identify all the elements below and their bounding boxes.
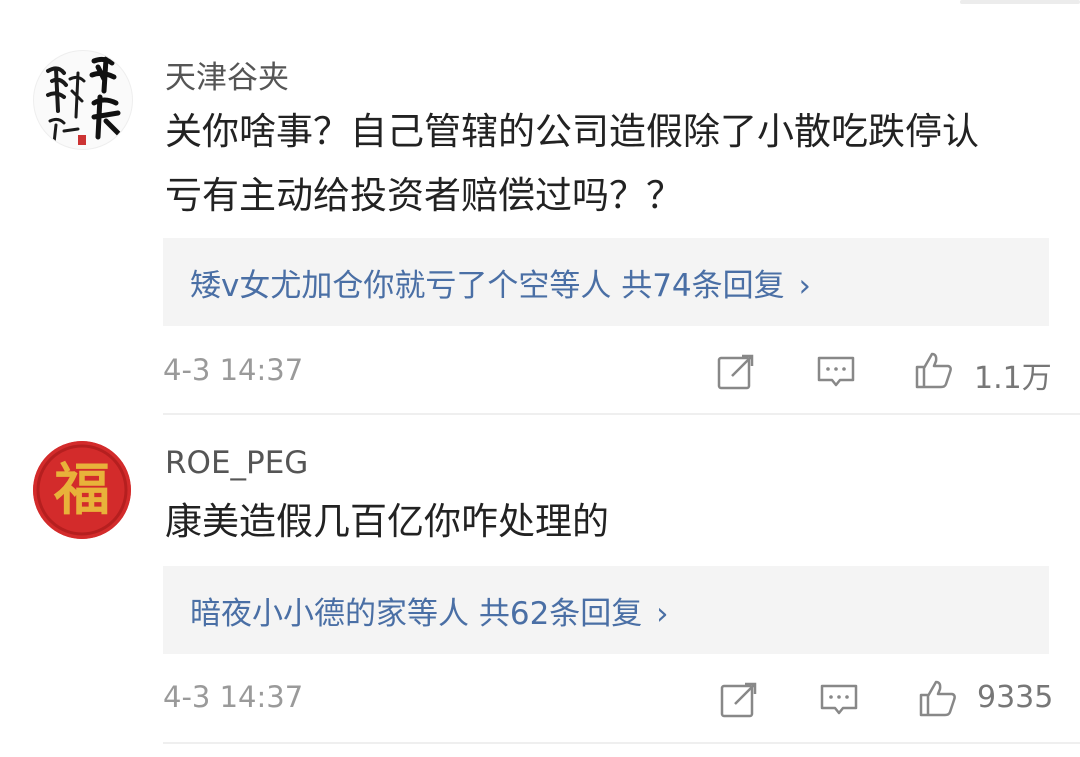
fu-character-avatar-icon: 福 (33, 441, 131, 539)
comment-item: 福 ROE_PEG 康美造假几百亿你咋处理的 暗夜小小德的家等人 共62条回复 … (0, 0, 1080, 757)
replies-link[interactable]: 暗夜小小德的家等人 共62条回复 › (190, 588, 669, 633)
timestamp: 4-3 14:37 (163, 680, 304, 714)
share-icon[interactable] (719, 680, 759, 720)
comment-text-line: 康美造假几百亿你咋处理的 (165, 500, 609, 543)
comment-text: 康美造假几百亿你咋处理的 (165, 490, 1055, 554)
thumbs-up-icon[interactable] (918, 678, 958, 718)
comment-divider (163, 742, 1080, 744)
replies-panel[interactable]: 暗夜小小德的家等人 共62条回复 › (163, 566, 1049, 654)
username[interactable]: ROE_PEG (165, 445, 308, 481)
avatar[interactable]: 福 (33, 441, 131, 539)
comment-icon[interactable] (819, 680, 859, 720)
like-count: 9335 (977, 680, 1054, 715)
chevron-right-icon: › (656, 596, 669, 632)
replies-label: 暗夜小小德的家等人 共62条回复 (190, 596, 643, 632)
fu-glyph: 福 (53, 458, 110, 523)
